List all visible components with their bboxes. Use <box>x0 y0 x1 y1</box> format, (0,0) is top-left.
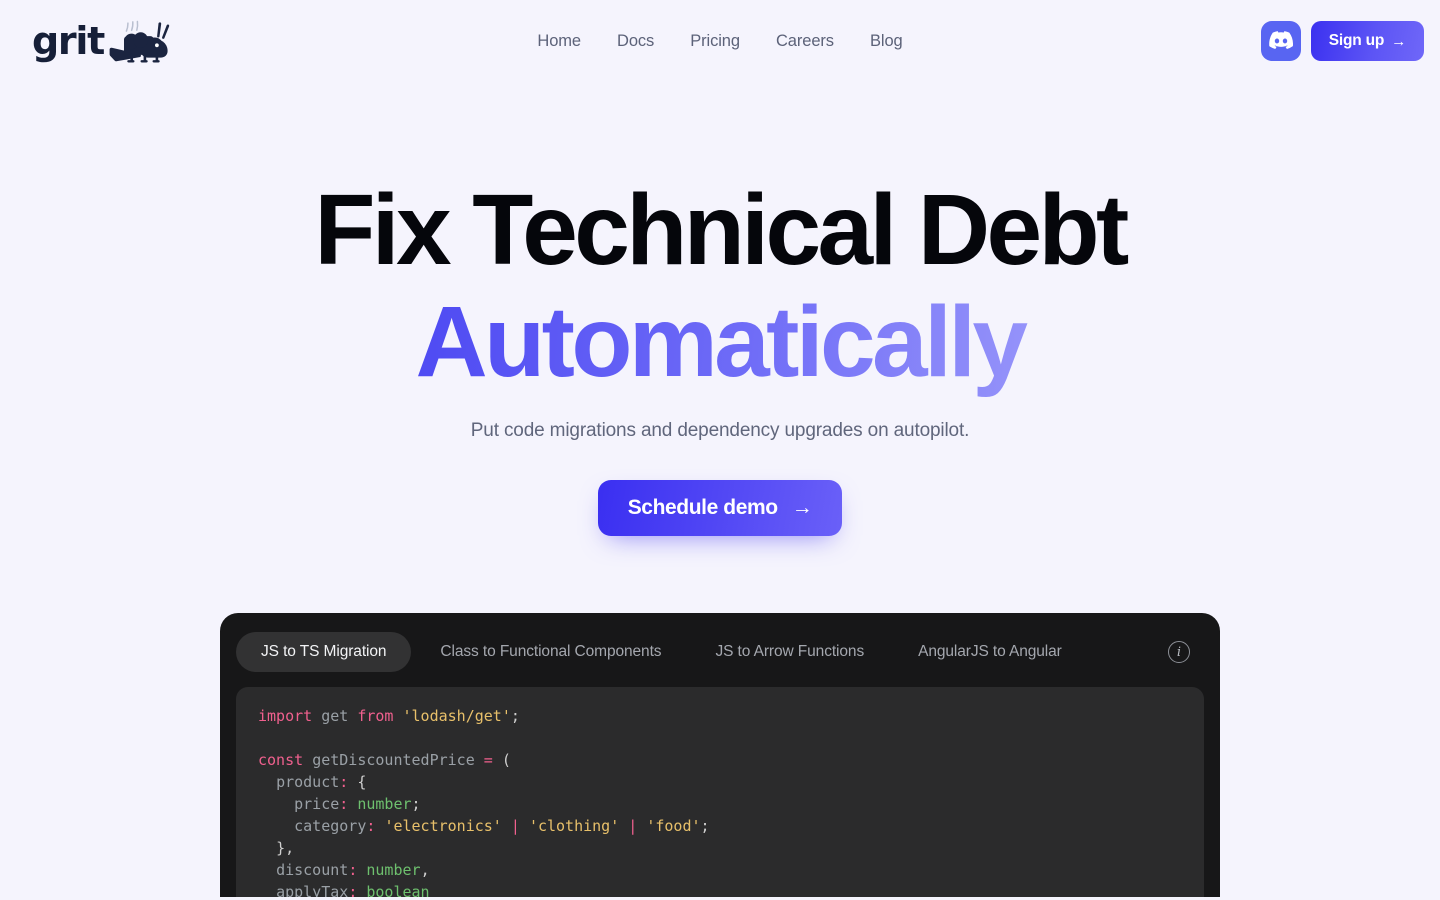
signup-button[interactable]: Sign up → <box>1310 21 1424 61</box>
code-content: import get from 'lodash/get'; const getD… <box>258 707 710 897</box>
info-circle-icon[interactable]: i <box>1168 641 1190 663</box>
code-demo-panel: JS to TS Migration Class to Functional C… <box>220 613 1220 897</box>
nav-item-blog[interactable]: Blog <box>870 32 903 51</box>
discord-link-button[interactable] <box>1260 21 1301 61</box>
hero-title-line-1: Fix Technical Debt <box>314 174 1129 286</box>
arrow-right-icon: → <box>791 496 813 519</box>
hero-section: Fix Technical Debt Automatically Put cod… <box>0 82 1440 536</box>
nav-item-pricing[interactable]: Pricing <box>690 32 740 51</box>
tab-js-to-ts-migration[interactable]: JS to TS Migration <box>236 632 412 672</box>
code-editor-surface[interactable]: import get from 'lodash/get'; const getD… <box>236 687 1204 897</box>
schedule-demo-label: Schedule demo <box>627 496 778 519</box>
hero-title-line-2: Automatically <box>0 286 1440 398</box>
tab-angularjs-to-angular[interactable]: AngularJS to Angular <box>893 632 1087 672</box>
arrow-right-icon: → <box>1391 32 1406 50</box>
brand-wordmark: grit <box>32 19 105 63</box>
tab-js-to-arrow-functions[interactable]: JS to Arrow Functions <box>690 632 889 672</box>
nav-item-careers[interactable]: Careers <box>776 32 834 51</box>
hero-subtitle: Put code migrations and dependency upgra… <box>470 420 970 441</box>
code-block: import get from 'lodash/get'; const getD… <box>236 705 1204 897</box>
demo-panel-wrap: JS to TS Migration Class to Functional C… <box>220 613 1220 897</box>
tab-class-to-functional[interactable]: Class to Functional Components <box>415 632 686 672</box>
cricket-mascot-icon <box>108 17 172 68</box>
main-nav: Home Docs Pricing Careers Blog <box>0 32 1440 51</box>
nav-item-home[interactable]: Home <box>537 32 581 51</box>
nav-item-docs[interactable]: Docs <box>617 32 654 51</box>
page-title: Fix Technical Debt Automatically <box>0 174 1440 398</box>
signup-button-label: Sign up <box>1328 32 1385 49</box>
schedule-demo-button[interactable]: Schedule demo → <box>597 480 843 536</box>
brand-logo[interactable]: grit <box>32 15 172 68</box>
header-actions: Sign up → <box>1260 21 1424 61</box>
site-header: grit Home Docs Pricing Careers Blog Sign… <box>0 0 1440 82</box>
hero-cta-row: Schedule demo → <box>0 480 1440 536</box>
demo-tabs: JS to TS Migration Class to Functional C… <box>236 629 1204 675</box>
discord-icon <box>1268 28 1293 55</box>
